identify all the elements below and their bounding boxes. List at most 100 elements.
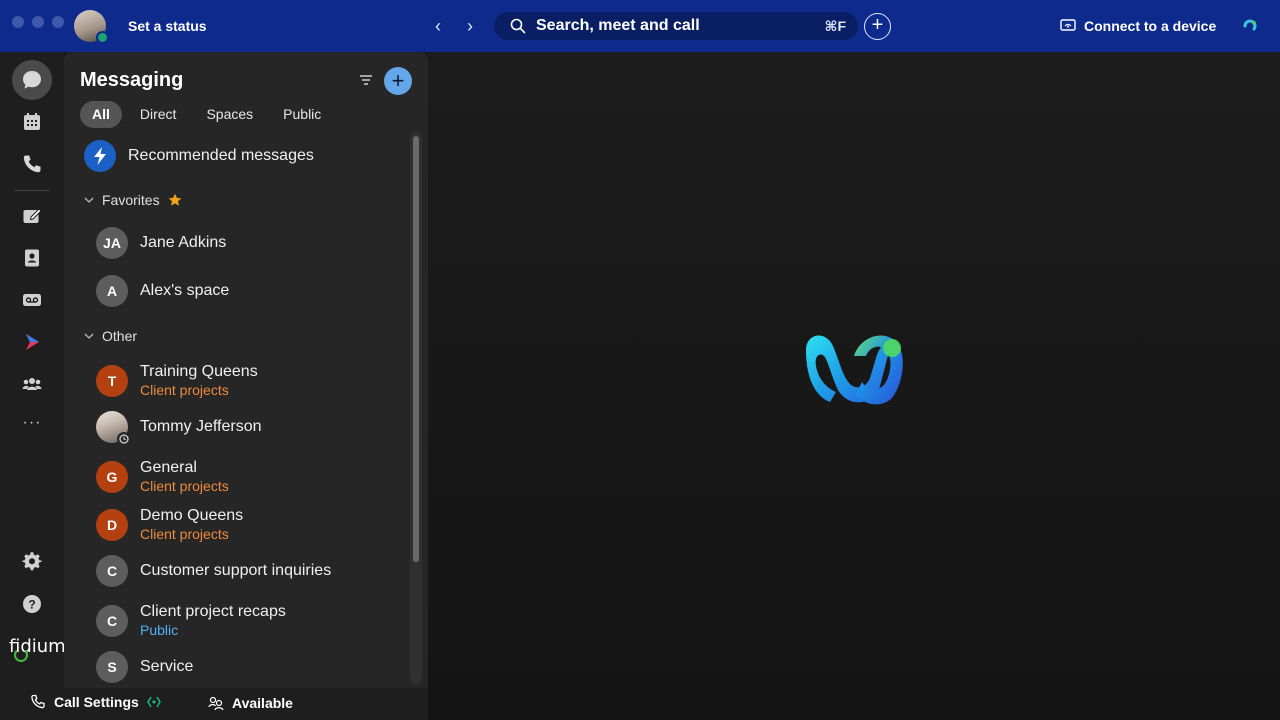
- conversation-name: Client project recaps: [140, 603, 286, 620]
- list-item[interactable]: JA Jane Adkins: [64, 227, 408, 259]
- list-item[interactable]: G General Client projects: [64, 459, 408, 495]
- tab-public[interactable]: Public: [271, 101, 333, 128]
- svg-text:?: ?: [28, 598, 35, 612]
- messaging-panel: Messaging + All Direct Spaces Public Rec…: [64, 52, 428, 688]
- voicemail-icon: [23, 294, 41, 306]
- messaging-scrollbar[interactable]: [410, 132, 422, 684]
- more-icon[interactable]: ···: [0, 414, 64, 432]
- conversation-name: Jane Adkins: [140, 234, 227, 251]
- star-icon: [168, 193, 181, 206]
- whiteboard-nav-button[interactable]: [12, 196, 52, 236]
- connect-to-device-label: Connect to a device: [1084, 18, 1217, 34]
- new-action-plus-icon[interactable]: +: [864, 13, 891, 40]
- bottom-status-bar: Call Settings Available: [0, 688, 428, 720]
- vidcast-icon: [26, 334, 39, 350]
- favorites-section-header[interactable]: Favorites: [84, 192, 182, 208]
- close-window-button[interactable]: [12, 16, 24, 28]
- scrollbar-thumb[interactable]: [413, 136, 419, 562]
- list-item[interactable]: T Training Queens Client projects: [64, 363, 408, 399]
- recommended-messages-label: Recommended messages: [128, 147, 314, 164]
- call-forward-icon: [146, 696, 161, 708]
- other-section-header[interactable]: Other: [84, 328, 137, 344]
- contacts-icon: [25, 249, 39, 267]
- teams-icon: [22, 378, 42, 390]
- presence-active-indicator: [96, 31, 109, 44]
- settings-nav-button[interactable]: [12, 542, 52, 582]
- other-label: Other: [102, 328, 138, 344]
- vidcast-nav-button[interactable]: [12, 322, 52, 362]
- navigation-rail: ··· ? fidium: [0, 52, 66, 720]
- list-item[interactable]: S Service: [64, 651, 408, 683]
- dnd-clock-icon: [117, 432, 131, 446]
- compose-plus-button[interactable]: +: [384, 67, 412, 95]
- messaging-nav-button[interactable]: [12, 60, 52, 100]
- conversation-name: Customer support inquiries: [140, 562, 332, 579]
- whiteboard-icon: [23, 208, 42, 223]
- calendar-nav-button[interactable]: [12, 102, 52, 142]
- list-item[interactable]: A Alex's space: [64, 275, 408, 307]
- availability-label: Available: [232, 695, 293, 711]
- conversation-name: Training Queens: [140, 363, 258, 380]
- set-status-button[interactable]: Set a status: [128, 18, 207, 34]
- list-item[interactable]: C Customer support inquiries: [64, 555, 408, 587]
- lightning-icon: [84, 140, 116, 172]
- conversation-team: Client projects: [140, 382, 229, 398]
- filter-icon[interactable]: [358, 72, 374, 88]
- rail-divider: [14, 190, 50, 191]
- help-nav-button[interactable]: ?: [12, 584, 52, 624]
- profile-avatar[interactable]: [74, 10, 109, 44]
- avatar: D: [96, 509, 128, 541]
- tab-all[interactable]: All: [80, 101, 122, 128]
- recommended-messages-row[interactable]: Recommended messages: [64, 138, 408, 174]
- device-connect-icon: [1060, 19, 1076, 31]
- availability-button[interactable]: Available: [208, 695, 293, 711]
- title-bar: Set a status ‹ › ⌘F + Connect to a devic…: [0, 0, 1280, 52]
- minimize-window-button[interactable]: [32, 16, 44, 28]
- calendar-icon: [24, 113, 40, 130]
- connect-to-device-button[interactable]: Connect to a device: [1060, 18, 1216, 34]
- webex-logo-icon: [1243, 19, 1257, 31]
- tab-direct[interactable]: Direct: [128, 101, 189, 128]
- settings-gear-icon: [22, 552, 42, 571]
- call-settings-label: Call Settings: [54, 694, 139, 710]
- call-settings-button[interactable]: Call Settings: [30, 694, 161, 710]
- main-content-area: [428, 52, 1280, 720]
- chevron-down-icon: [84, 333, 94, 339]
- conversation-team: Client projects: [140, 526, 229, 542]
- conversation-team: Client projects: [140, 478, 229, 494]
- search-input[interactable]: [536, 17, 825, 35]
- list-item[interactable]: C Client project recaps Public: [64, 603, 408, 639]
- favorites-label: Favorites: [102, 192, 160, 208]
- conversation-visibility: Public: [140, 622, 179, 638]
- teams-nav-button[interactable]: [12, 364, 52, 404]
- panel-title: Messaging: [80, 69, 184, 91]
- search-shortcut: ⌘F: [824, 17, 846, 34]
- conversation-name: Service: [140, 658, 194, 675]
- chat-icon: [23, 71, 41, 89]
- avatar: [96, 411, 131, 446]
- conversation-name: Alex's space: [140, 282, 230, 299]
- conversation-name: Demo Queens: [140, 507, 244, 524]
- avatar: T: [96, 365, 128, 397]
- availability-people-icon: [208, 696, 224, 711]
- webex-logo-icon: [806, 335, 903, 405]
- zoom-window-button[interactable]: [52, 16, 64, 28]
- list-item[interactable]: Tommy Jefferson: [64, 411, 408, 446]
- help-icon: ?: [23, 595, 41, 613]
- voicemail-nav-button[interactable]: [12, 280, 52, 320]
- avatar: S: [96, 651, 128, 683]
- chevron-down-icon: [84, 197, 94, 203]
- list-item[interactable]: D Demo Queens Client projects: [64, 507, 408, 543]
- brand-ring-icon: [14, 648, 28, 662]
- calling-nav-button[interactable]: [12, 144, 52, 184]
- tab-spaces[interactable]: Spaces: [194, 101, 265, 128]
- search-bar[interactable]: ⌘F: [494, 12, 858, 40]
- avatar: C: [96, 555, 128, 587]
- avatar: JA: [96, 227, 128, 259]
- avatar: G: [96, 461, 128, 493]
- call-settings-phone-icon: [31, 694, 45, 709]
- avatar: C: [96, 605, 128, 637]
- contacts-nav-button[interactable]: [12, 238, 52, 278]
- back-arrow-icon[interactable]: ‹: [428, 14, 448, 38]
- forward-arrow-icon[interactable]: ›: [460, 14, 480, 38]
